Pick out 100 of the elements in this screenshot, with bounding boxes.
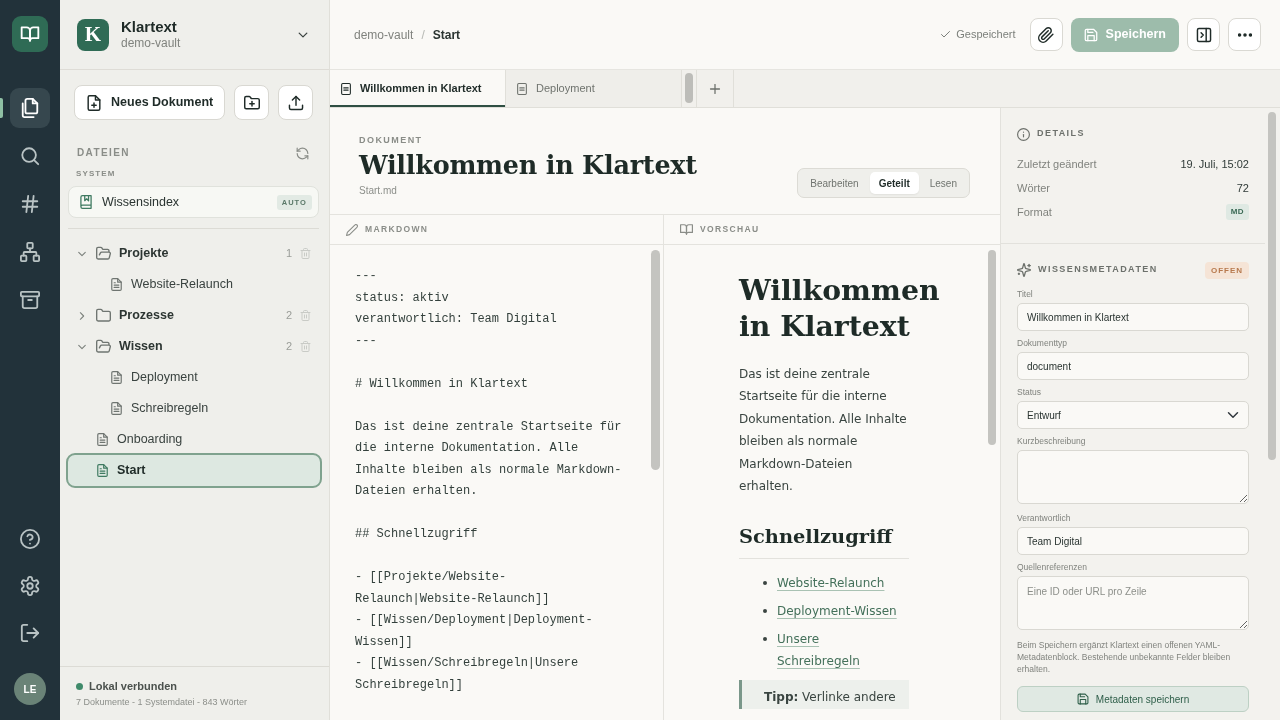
field-label: Status — [1017, 387, 1043, 398]
save-icon — [1076, 693, 1089, 705]
bullet-icon — [763, 581, 767, 586]
file-icon — [110, 278, 123, 291]
file-item[interactable]: Start — [66, 453, 322, 488]
plus-icon — [708, 81, 722, 96]
view-mode-option[interactable]: Lesen — [920, 172, 966, 194]
paperclip-icon — [1038, 26, 1055, 43]
tip-note: Tipp: Verlinke andere — [739, 680, 909, 710]
check-icon — [940, 29, 952, 40]
file-item[interactable]: Onboarding — [66, 424, 322, 455]
status-select[interactable]: Entwurf — [1017, 401, 1249, 429]
wiki-link[interactable]: Deployment-Wissen — [777, 600, 897, 623]
status-badge: OFFEN — [1205, 261, 1249, 279]
detail-label: Zuletzt geändert — [1017, 156, 1097, 172]
view-mode-option[interactable]: Bearbeiten — [801, 172, 868, 194]
status-dot-icon — [76, 682, 83, 690]
scrollbar-thumb[interactable] — [651, 250, 660, 470]
breadcrumb-current: Start — [432, 26, 461, 44]
document-tab[interactable]: Willkommen in Klartext — [330, 70, 506, 107]
text-field[interactable]: Willkommen in Klartext — [1017, 303, 1249, 331]
item-count: 2 — [285, 339, 292, 355]
file-icon — [96, 433, 109, 446]
bullet-icon — [763, 609, 767, 614]
file-item[interactable]: Deployment — [66, 362, 322, 393]
connection-status: Lokal verbunden — [89, 679, 178, 693]
more-button[interactable] — [1228, 18, 1261, 51]
field-label: Titel — [1017, 289, 1034, 300]
book-logo-icon — [12, 16, 48, 52]
field-label: Kurzbeschreibung — [1017, 436, 1087, 447]
help-icon — [20, 529, 40, 549]
field-label: Dokumenttyp — [1017, 338, 1069, 349]
settings-icon — [20, 576, 40, 596]
detail-label: Wörter — [1017, 180, 1050, 196]
text-field[interactable]: Team Digital — [1017, 527, 1249, 555]
document-eyebrow: DOKUMENT — [359, 134, 424, 146]
scrollbar-thumb[interactable] — [1268, 112, 1276, 460]
files-icon — [20, 98, 40, 118]
new-document-button[interactable]: Neues Dokument — [74, 85, 226, 120]
refresh-icon[interactable] — [296, 146, 309, 160]
book-icon — [79, 195, 93, 209]
text-area[interactable]: Eine ID oder URL pro Zeile — [1017, 576, 1249, 630]
scrollbar-thumb[interactable] — [988, 250, 996, 445]
info-icon — [1017, 127, 1030, 141]
panel-toggle-button[interactable] — [1187, 18, 1220, 51]
file-item[interactable]: Website-Relaunch — [66, 269, 322, 300]
section-label: DATEIEN — [77, 146, 130, 160]
markdown-text: # Willkommen in Klartext — [355, 375, 529, 393]
folder-item[interactable]: Prozesse 2 — [66, 300, 322, 331]
pane-label: VORSCHAU — [700, 223, 760, 236]
preview-subheading: Schnellzugriff — [739, 524, 909, 560]
format-badge: MD — [1225, 204, 1249, 220]
hash-icon — [20, 194, 40, 214]
scrollbar-thumb[interactable] — [685, 73, 693, 103]
documents-button[interactable] — [10, 88, 50, 128]
vault-name: demo-vault — [121, 36, 181, 51]
workspace-logo: K — [77, 18, 109, 51]
metadata-note: Beim Speichern ergänzt Klartext einen offenen YAML-Metadatenblock. Bestehende unbekannte Felder bleiben erhalten. — [1017, 639, 1232, 675]
item-count: 2 — [285, 308, 292, 324]
upload-button[interactable] — [278, 85, 313, 120]
detail-label: Format — [1017, 204, 1052, 220]
field-label: Verantwortlich — [1017, 513, 1072, 524]
logout-icon — [20, 623, 40, 643]
breadcrumb-link[interactable]: demo-vault — [354, 25, 414, 44]
field-label: Quellenreferenzen — [1017, 562, 1088, 573]
pane-label: MARKDOWN — [365, 223, 429, 236]
upload-icon — [287, 94, 304, 111]
pencil-icon — [346, 223, 358, 236]
save-status: Gespeichert — [956, 27, 1016, 43]
wiki-link[interactable]: Website-Relaunch — [777, 572, 885, 595]
search-icon — [20, 146, 40, 166]
attach-button[interactable] — [1029, 18, 1063, 51]
preview-paragraph: Das ist deine zentrale Startseite für die interne Dokumentation. Alle Inhalte bleiben als normale Markdown-Dateien erhalten. — [739, 366, 908, 496]
file-icon — [110, 371, 123, 384]
user-avatar[interactable]: LE — [14, 673, 46, 705]
bullet-icon — [763, 637, 767, 642]
file-item[interactable]: Schreibregeln — [66, 393, 322, 424]
new-folder-button[interactable] — [234, 85, 270, 120]
markdown-text: --- status: aktiv verantwortlich: Team Digital --- — [355, 268, 558, 350]
markdown-text: - [[Projekte/Website-Relaunch|Website-Relaunch]] - [[Wissen/Deployment|Deployment-Wissen]] - [[Wissen/Schreibregeln|Unsere Schreibregeln]] — [355, 569, 594, 694]
section-label: SYSTEM — [76, 169, 116, 179]
section-heading: WISSENSMETADATEN — [1038, 263, 1158, 277]
book-icon — [680, 223, 693, 236]
document-icon — [516, 82, 528, 95]
folder-plus-icon — [243, 94, 260, 111]
folder-icon — [96, 246, 111, 261]
detail-value: 72 — [1236, 180, 1249, 196]
file-icon — [96, 464, 109, 477]
more-icon — [1237, 32, 1252, 37]
detail-value: 19. Juli, 15:02 — [1180, 156, 1249, 172]
file-icon — [110, 402, 123, 415]
markdown-text: Das ist deine zentrale Startseite für die interne Dokumentation. Alle Inhalte bleiben als normale Markdown-Dateien erhalten. — [355, 418, 623, 500]
markdown-text: ## Schnellzugriff — [355, 526, 479, 543]
save-metadata-button[interactable]: Metadaten speichern — [1017, 686, 1249, 712]
section-heading: DETAILS — [1037, 127, 1085, 141]
wiki-link[interactable]: Unsere Schreibregeln — [777, 628, 901, 673]
file-name: Start.md — [359, 184, 398, 197]
view-mode-option[interactable]: Geteilt — [869, 172, 919, 194]
document-icon — [340, 82, 352, 95]
text-field[interactable]: document — [1017, 352, 1249, 380]
